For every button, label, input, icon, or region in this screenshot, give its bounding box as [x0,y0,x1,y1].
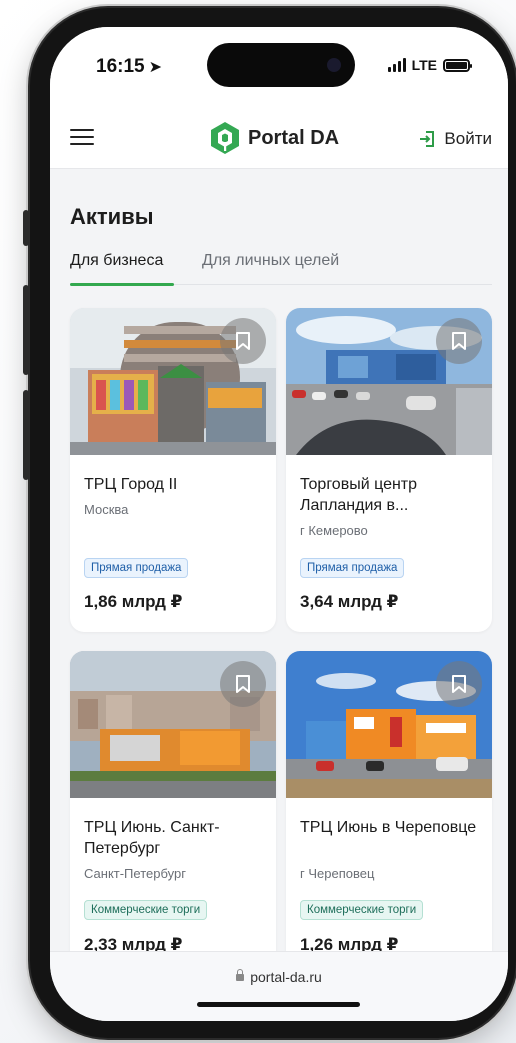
bookmark-button[interactable] [436,661,482,707]
brand[interactable]: Portal DA [210,121,339,155]
tab-bar: Для бизнеса Для личных целей [70,249,492,286]
network-type: LTE [411,57,437,73]
listing-photo [70,308,276,455]
listing-city: г Кемерово [300,523,368,538]
page-title: Активы [70,204,154,229]
phone-side-button [23,285,29,375]
battery-icon [443,58,472,72]
tab-business[interactable]: Для бизнеса [70,252,163,270]
sale-type-badge: Прямая продажа [300,558,405,578]
bookmark-icon [236,675,250,693]
status-bar: 16:15 ➤ LTE [50,27,508,107]
portal-da-logo [211,122,239,154]
dynamic-island [207,43,355,87]
listing-card[interactable]: Торговый центр Лапландия в... г Кемерово… [286,308,492,632]
login-button[interactable]: Войти [418,129,492,149]
bookmark-button[interactable] [220,318,266,364]
listing-title: Торговый центр Лапландия в... [300,476,418,514]
tab-personal[interactable]: Для личных целей [202,252,339,270]
listing-photo [70,651,276,798]
login-icon [420,131,435,147]
bookmark-icon [236,332,250,350]
listing-city: г Череповец [300,866,375,881]
url-text: portal-da.ru [250,969,322,985]
bookmark-icon [452,332,466,350]
bookmark-button[interactable] [220,661,266,707]
sale-type-badge: Прямая продажа [84,558,189,578]
signal-icon [387,58,406,72]
phone-screen: 16:15 ➤ LTE Portal DA Войти Активы Для б… [50,27,508,1021]
status-time-text: 16:15 [96,56,145,77]
assets-page: Активы Для бизнеса Для личных целей ТРЦ … [50,169,508,975]
listing-photo [286,308,492,455]
listing-title: ТРЦ Июнь. Санкт-Петербург [84,819,220,857]
sale-type-badge: Коммерческие торги [300,900,424,920]
bookmark-button[interactable] [436,318,482,364]
sale-type-badge: Коммерческие торги [84,900,208,920]
brand-name: Portal DA [248,126,340,149]
listing-title: ТРЦ Город II [84,476,178,493]
phone-side-button [23,210,29,246]
bookmark-icon [452,675,466,693]
listing-card[interactable]: ТРЦ Июнь в Череповце г Череповец Коммерч… [286,651,492,975]
listing-price: 1,86 млрд ₽ [84,592,183,611]
listing-card[interactable]: ТРЦ Июнь. Санкт-Петербург Санкт-Петербур… [70,651,276,975]
listing-card[interactable]: ТРЦ Город II Москва Прямая продажа 1,86 … [70,308,276,632]
status-time: 16:15 ➤ [96,56,162,78]
active-tab-indicator [70,283,174,286]
camera-icon [327,58,341,72]
listing-price: 3,64 млрд ₽ [300,592,399,611]
lock-icon [236,969,245,981]
location-arrow-icon: ➤ [148,59,163,76]
phone-side-button [23,390,29,480]
status-indicators: LTE [387,57,472,73]
listing-photo [286,651,492,798]
listing-city: Санкт-Петербург [84,866,186,881]
listing-city: Москва [84,502,129,517]
login-label: Войти [444,129,492,148]
browser-url-bar[interactable]: portal-da.ru [50,951,508,1021]
url-display[interactable]: portal-da.ru [50,969,508,985]
menu-icon[interactable] [70,127,94,147]
listing-title: ТРЦ Июнь в Череповце [300,819,477,836]
home-indicator[interactable] [197,1002,360,1007]
app-header: Portal DA Войти [50,107,508,169]
